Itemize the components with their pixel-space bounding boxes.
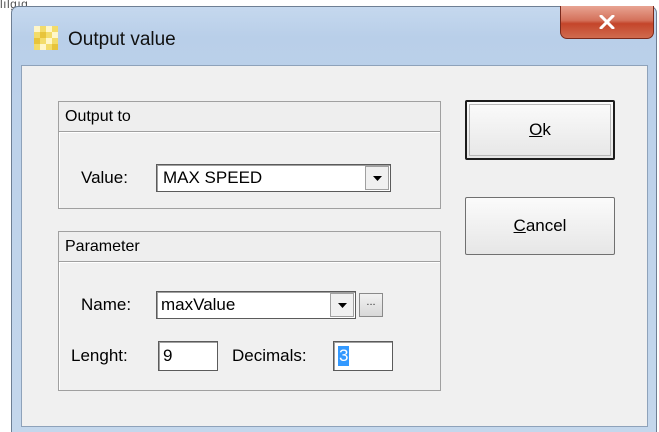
app-icon (34, 26, 58, 50)
length-input[interactable]: 9 (158, 341, 218, 371)
browse-button[interactable]: ... (359, 293, 383, 317)
length-input-value: 9 (163, 346, 173, 365)
chevron-down-icon (372, 175, 382, 181)
value-dropdown-text: MAX SPEED (163, 168, 263, 187)
dialog-window: Output value Output to Value: MAX SPEED … (11, 6, 657, 432)
name-label: Name: (81, 295, 132, 314)
close-icon (599, 15, 615, 29)
cancel-label-rest: ancel (525, 216, 567, 235)
name-dropdown[interactable]: maxValue (156, 291, 356, 319)
ok-label-rest: k (542, 120, 551, 139)
name-dropdown-button[interactable] (330, 293, 354, 317)
cancel-button[interactable]: Cancel (465, 197, 615, 255)
name-dropdown-text: maxValue (161, 295, 236, 314)
output-to-group: Output to Value: MAX SPEED (58, 101, 441, 209)
value-dropdown-button[interactable] (365, 166, 389, 190)
cancel-access-key: C (513, 216, 526, 235)
parameter-group: Parameter Name: maxValue ... Lenght: 9 D… (58, 231, 441, 391)
value-dropdown[interactable]: MAX SPEED (156, 164, 391, 192)
close-button[interactable] (560, 6, 654, 39)
ok-access-key: O (529, 120, 543, 139)
cancel-button-label: Cancel (514, 216, 567, 236)
value-label: Value: (81, 168, 128, 187)
decimals-label: Decimals: (232, 346, 307, 365)
window-title: Output value (68, 29, 176, 50)
ok-button-label: Ok (529, 120, 551, 140)
parameter-header: Parameter (59, 232, 440, 262)
ok-button[interactable]: Ok (465, 100, 615, 160)
output-to-header: Output to (59, 102, 440, 132)
decimals-input[interactable]: 3 (333, 341, 393, 371)
length-label: Lenght: (71, 346, 128, 365)
chevron-down-icon (337, 302, 347, 308)
decimals-input-value: 3 (338, 346, 350, 366)
dialog-client-area: Output to Value: MAX SPEED Parameter Nam… (21, 65, 648, 427)
